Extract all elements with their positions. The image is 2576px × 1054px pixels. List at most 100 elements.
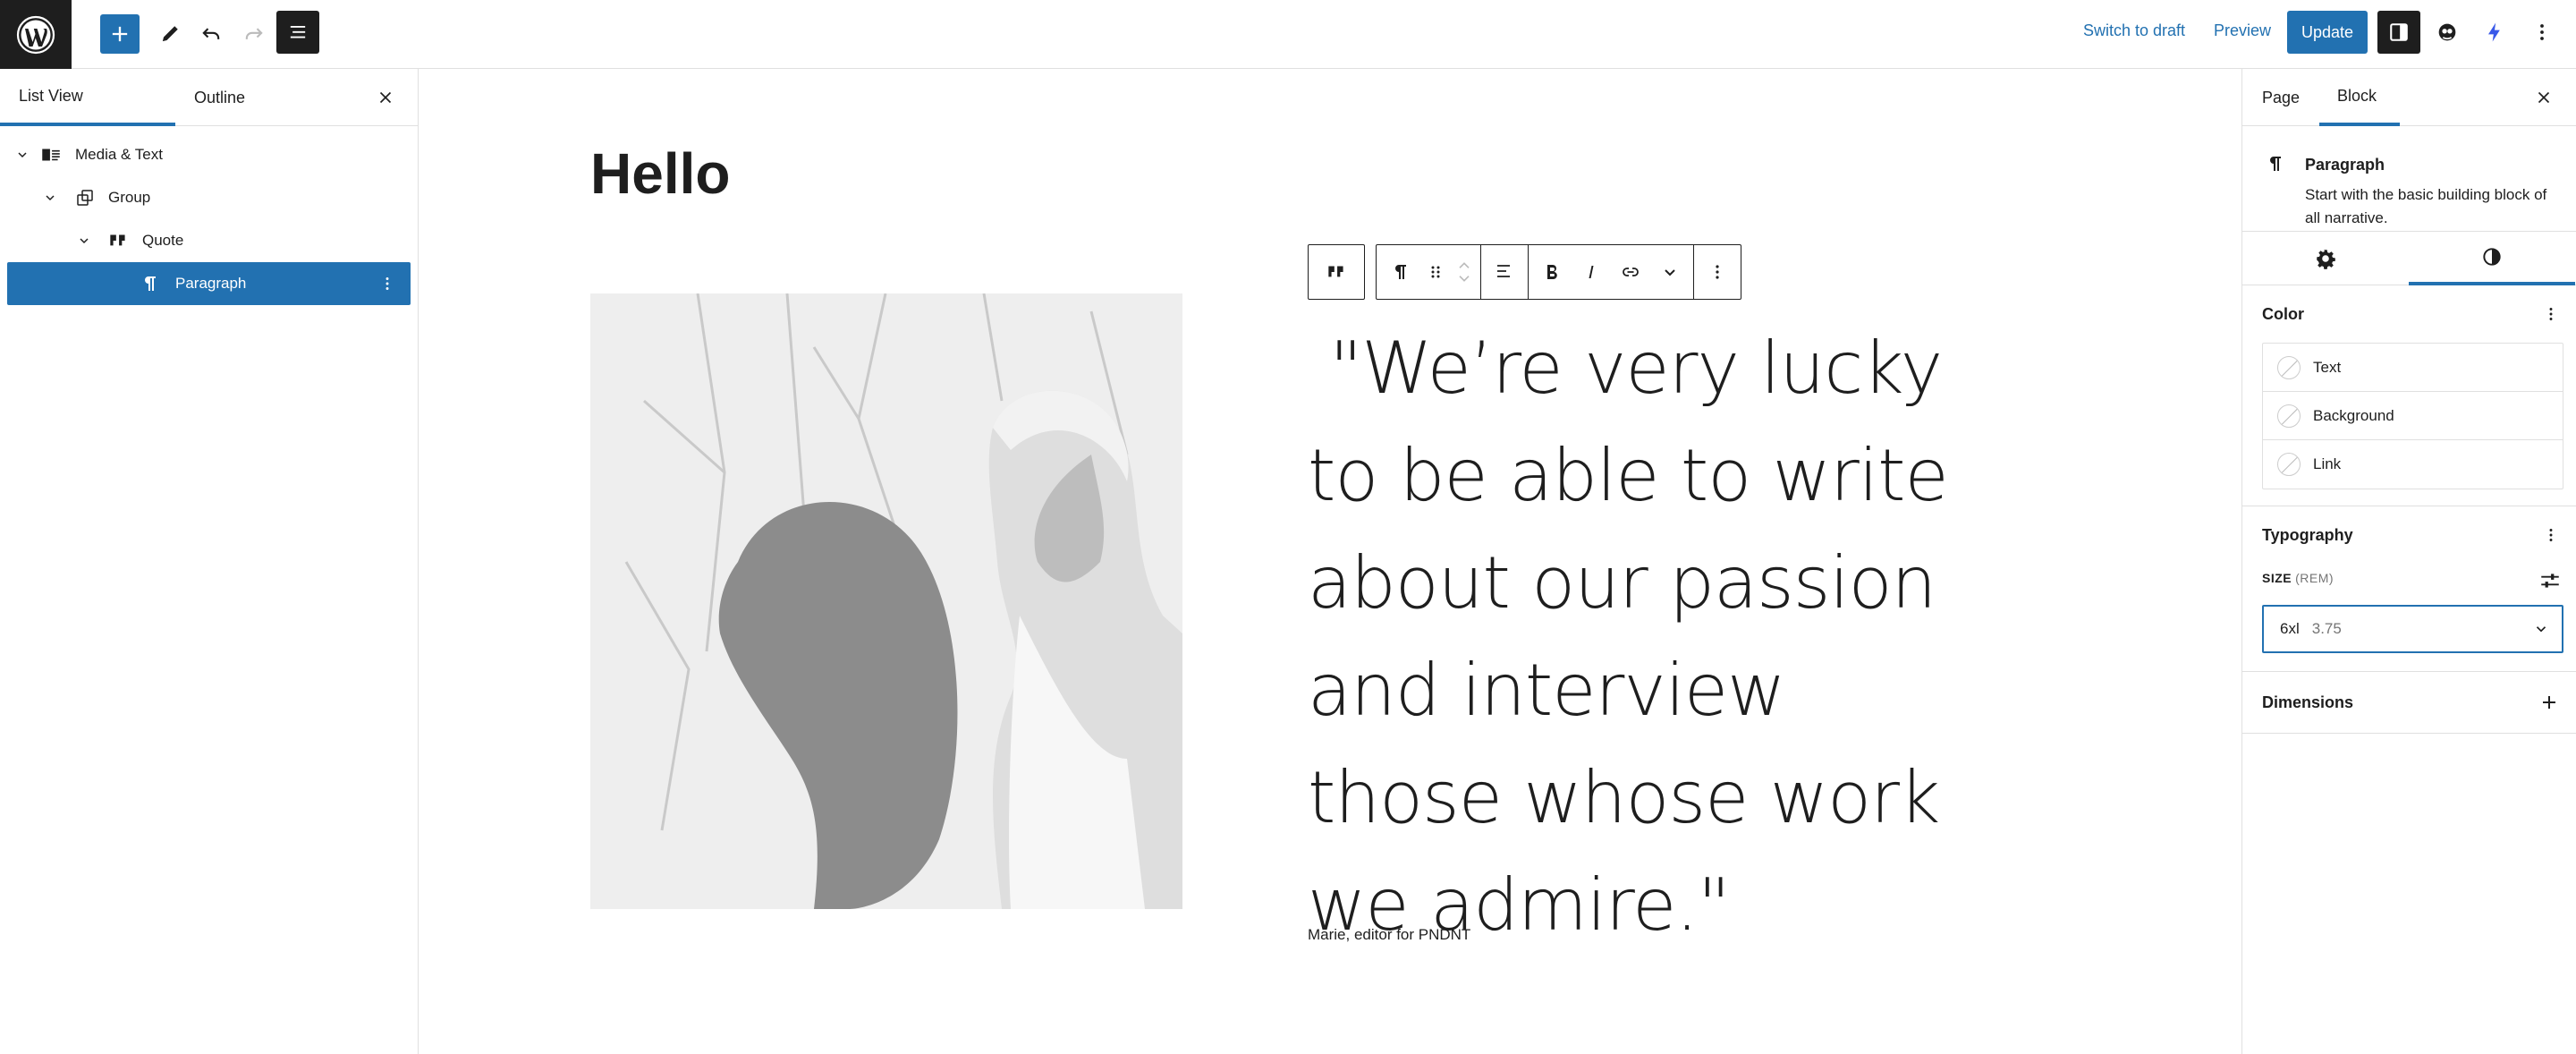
add-dimension-button[interactable] xyxy=(2537,690,2562,715)
close-icon xyxy=(2538,91,2550,104)
tree-item-quote[interactable]: Quote xyxy=(0,219,418,262)
drag-handle-icon xyxy=(1431,266,1440,278)
format-section xyxy=(1529,245,1694,299)
close-icon xyxy=(379,91,392,104)
bold-icon xyxy=(1547,265,1557,280)
more-vertical-icon xyxy=(1716,265,1719,279)
block-options-button[interactable] xyxy=(1698,251,1737,293)
plus-icon xyxy=(2543,696,2555,709)
editor-top-toolbar: Switch to draft Preview Update xyxy=(0,0,2576,69)
panel-title-text: Dimensions xyxy=(2262,693,2354,711)
settings-tabs: Page Block xyxy=(2242,69,2576,126)
chevron-down-icon[interactable] xyxy=(14,147,30,163)
tab-page[interactable]: Page xyxy=(2262,69,2300,126)
document-overview-button[interactable] xyxy=(276,11,319,54)
drag-handle[interactable] xyxy=(1419,251,1452,293)
color-panel: Color Text Background Link xyxy=(2242,285,2576,506)
chevron-down-icon[interactable] xyxy=(42,190,58,206)
block-toolbar xyxy=(1308,244,1741,300)
panel-title-text: Typography xyxy=(2262,525,2353,544)
paragraph-icon xyxy=(2262,151,2287,176)
editor-canvas: Hello "We’re very lucky to be able to wr… xyxy=(419,69,2241,1054)
block-card: Paragraph Start with the basic building … xyxy=(2242,126,2576,232)
more-formats-button[interactable] xyxy=(1650,251,1690,293)
block-inserter-button[interactable] xyxy=(100,14,140,54)
chevron-down-icon[interactable] xyxy=(1455,275,1473,284)
block-card-description: Start with the basic building block of a… xyxy=(2305,186,2547,226)
media-image[interactable] xyxy=(590,293,1182,909)
font-size-label: SIZE (REM) xyxy=(2262,571,2334,585)
chevron-up-icon[interactable] xyxy=(1455,260,1473,269)
color-link-item[interactable]: Link xyxy=(2263,440,2563,489)
close-list-view-button[interactable] xyxy=(373,85,398,110)
color-text-item[interactable]: Text xyxy=(2263,344,2563,392)
italic-button[interactable] xyxy=(1572,251,1611,293)
color-background-item[interactable]: Background xyxy=(2263,392,2563,440)
redo-icon xyxy=(245,28,263,39)
tree-item-label: Media & Text xyxy=(75,146,163,163)
update-button[interactable]: Update xyxy=(2287,11,2368,54)
wordpress-logo-button[interactable] xyxy=(0,0,72,69)
quote-paragraph[interactable]: "We’re very lucky to be able to write ab… xyxy=(1308,315,1987,959)
styles-icon xyxy=(2483,248,2501,266)
wordpress-icon xyxy=(16,15,55,54)
typography-options-icon[interactable] xyxy=(2540,524,2562,546)
chevron-down-icon xyxy=(1665,269,1675,276)
block-card-title: Paragraph xyxy=(2305,156,2385,174)
italic-icon xyxy=(1589,266,1594,278)
options-button[interactable] xyxy=(2521,11,2563,54)
switch-to-draft-button[interactable]: Switch to draft xyxy=(2083,21,2185,40)
options-section xyxy=(1694,245,1741,299)
empty-swatch-icon xyxy=(2277,355,2301,379)
tab-block-settings[interactable] xyxy=(2242,232,2409,285)
tree-item-group[interactable]: Group xyxy=(0,176,418,219)
block-type-button[interactable] xyxy=(1380,251,1419,293)
custom-size-toggle[interactable] xyxy=(2537,567,2563,594)
align-section xyxy=(1481,245,1529,299)
plus-icon xyxy=(112,26,128,42)
tree-item-media-text[interactable]: Media & Text xyxy=(0,133,418,176)
select-parent-quote-button[interactable] xyxy=(1308,244,1365,300)
bold-button[interactable] xyxy=(1532,251,1572,293)
paragraph-icon xyxy=(1395,265,1406,279)
move-buttons xyxy=(1452,260,1477,284)
page-title[interactable]: Hello xyxy=(590,140,730,207)
block-type-section xyxy=(1377,245,1481,299)
link-button[interactable] xyxy=(1611,251,1650,293)
color-item-label: Background xyxy=(2313,406,2394,424)
performance-button[interactable] xyxy=(2473,11,2516,54)
tab-block[interactable]: Block xyxy=(2319,69,2400,126)
color-item-label: Link xyxy=(2313,455,2342,472)
undo-icon xyxy=(202,28,220,39)
font-size-header: SIZE (REM) xyxy=(2242,564,2576,599)
plugin-button[interactable] xyxy=(2426,11,2469,54)
color-panel-title: Color xyxy=(2242,285,2576,343)
tree-item-paragraph[interactable]: Paragraph xyxy=(7,262,411,305)
more-vertical-icon xyxy=(2540,24,2544,40)
settings-sidebar: Page Block Paragraph Start with the basi… xyxy=(2241,69,2576,1054)
settings-sliders-icon xyxy=(2541,574,2559,588)
tree-item-label: Quote xyxy=(142,232,184,249)
tab-list-view[interactable]: List View xyxy=(0,69,175,126)
undo-button[interactable] xyxy=(191,14,231,54)
font-size-select[interactable]: 6xl 3.75 xyxy=(2262,605,2563,653)
chevron-down-icon[interactable] xyxy=(76,233,92,249)
preview-button[interactable]: Preview xyxy=(2214,21,2271,40)
woman-shadow-photo xyxy=(590,293,1182,909)
panel-title-text: Color xyxy=(2262,304,2304,323)
settings-sidebar-toggle[interactable] xyxy=(2377,11,2420,54)
redo-button[interactable] xyxy=(234,14,274,54)
group-icon xyxy=(72,185,97,210)
close-settings-button[interactable] xyxy=(2531,85,2556,110)
tab-block-styles[interactable] xyxy=(2409,232,2575,285)
quote-citation[interactable]: Marie, editor for PNDNT xyxy=(1308,926,1470,944)
tab-outline[interactable]: Outline xyxy=(175,69,351,126)
dimensions-panel-title: Dimensions xyxy=(2242,672,2576,733)
align-text-button[interactable] xyxy=(1485,251,1524,293)
tools-button[interactable] xyxy=(150,14,190,54)
color-options-icon[interactable] xyxy=(2540,303,2562,325)
block-options-icon[interactable] xyxy=(377,273,398,294)
link-icon xyxy=(1623,268,1639,276)
typography-panel: Typography SIZE (REM) 6xl 3.75 xyxy=(2242,506,2576,672)
tree-item-label: Group xyxy=(108,189,151,206)
